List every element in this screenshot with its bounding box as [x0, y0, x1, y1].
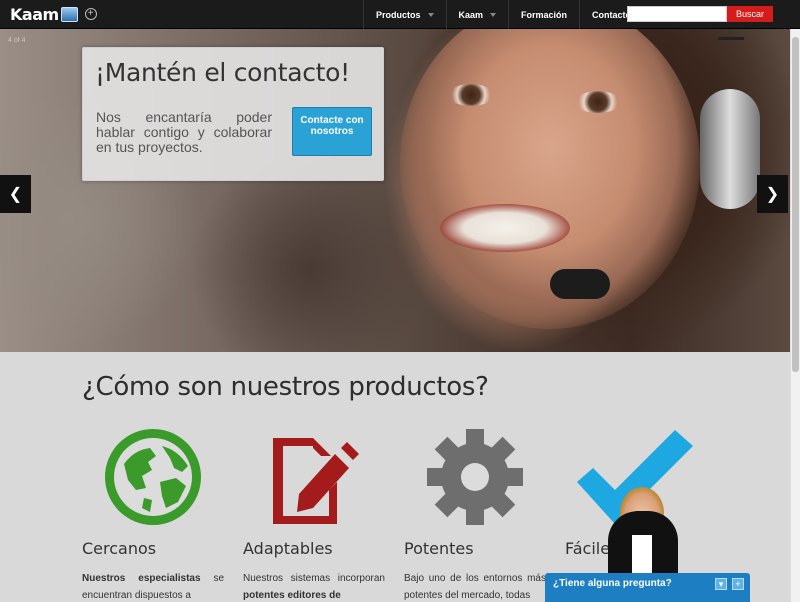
- chevron-right-icon: ❯: [765, 186, 780, 203]
- plus-circle-icon[interactable]: +: [84, 8, 97, 20]
- nav-item-label: Productos: [376, 9, 421, 20]
- hero-title: ¡Mantén el contacto!: [95, 58, 350, 87]
- site-logo[interactable]: Kaam +: [10, 4, 97, 24]
- carousel-prev-button[interactable]: ❮: [0, 175, 31, 213]
- nav-item-kaam[interactable]: Kaam: [445, 0, 509, 29]
- contact-button[interactable]: Contacte con nosotros: [292, 107, 372, 156]
- feature-text: Bajo uno de los entornos más potentes de…: [404, 573, 546, 601]
- hero-carousel: 4 of 4 ¡Mantén el contacto! Nos encantar…: [0, 29, 790, 352]
- feature-cercanos: Cercanos Nuestros especialistas se encue…: [82, 428, 224, 602]
- main-menu: Productos Kaam Formación Contacto: [363, 0, 643, 29]
- feature-bold-tail: potentes editores de: [243, 590, 341, 601]
- feature-title: Potentes: [404, 539, 474, 558]
- nav-item-label: Contacto: [592, 9, 632, 20]
- feature-text: Nuestros sistemas incorporan potentes ed…: [243, 570, 385, 602]
- chat-minimize-button[interactable]: ▾: [715, 578, 727, 590]
- globe-icon: [105, 429, 201, 525]
- feature-title: Adaptables: [243, 539, 333, 558]
- chat-agent-avatar: [606, 487, 692, 577]
- hero-caption: ¡Mantén el contacto! Nos encantaría pode…: [82, 47, 384, 181]
- logo-text: Kaam: [10, 4, 59, 24]
- feature-title: Cercanos: [82, 539, 157, 558]
- chat-title: ¿Tiene alguna pregunta?: [553, 578, 672, 589]
- section-heading: ¿Cómo son nuestros productos?: [82, 372, 489, 402]
- nav-item-label: Kaam: [458, 9, 484, 20]
- carousel-next-button[interactable]: ❯: [757, 175, 788, 213]
- logo-badge-icon: [60, 6, 78, 22]
- nav-item-productos[interactable]: Productos: [363, 0, 446, 29]
- nav-item-formacion[interactable]: Formación: [508, 0, 579, 29]
- caret-down-icon: [490, 12, 497, 17]
- feature-adaptables: Adaptables Nuestros sistemas incorporan …: [243, 428, 385, 602]
- headset-mic-icon: [550, 269, 610, 299]
- chat-expand-button[interactable]: +: [732, 578, 744, 590]
- hero-photo-eye: [448, 84, 494, 106]
- gear-icon: [427, 429, 523, 525]
- nav-item-label: Formación: [521, 9, 568, 20]
- search-input[interactable]: [627, 6, 727, 22]
- caret-down-icon: [427, 12, 434, 17]
- hero-photo-eye: [575, 91, 621, 113]
- page-scrollbar[interactable]: [790, 29, 800, 602]
- feature-body: Nuestros sistemas incorporan: [243, 573, 385, 584]
- headset-icon: [700, 89, 760, 209]
- hero-photo-smile: [440, 204, 570, 252]
- hero-text: Nos encantaría poder hablar contigo y co…: [96, 109, 272, 155]
- feature-lead: Nuestros especialistas: [82, 573, 201, 584]
- feature-potentes: Potentes Bajo uno de los entornos más po…: [404, 428, 546, 602]
- chevron-left-icon: ❮: [8, 186, 23, 203]
- feature-text: Nuestros especialistas se encuentran dis…: [82, 570, 224, 602]
- search-button[interactable]: Buscar: [727, 6, 773, 22]
- chat-widget[interactable]: ¿Tiene alguna pregunta? ▾ +: [545, 573, 750, 602]
- slide-counter: 4 of 4: [8, 37, 26, 44]
- document-edit-icon: [273, 438, 359, 524]
- slide-progress-bar: [718, 37, 744, 40]
- top-navbar: Kaam + Productos Kaam Formación Contacto…: [0, 0, 800, 29]
- scrollbar-thumb[interactable]: [792, 37, 799, 372]
